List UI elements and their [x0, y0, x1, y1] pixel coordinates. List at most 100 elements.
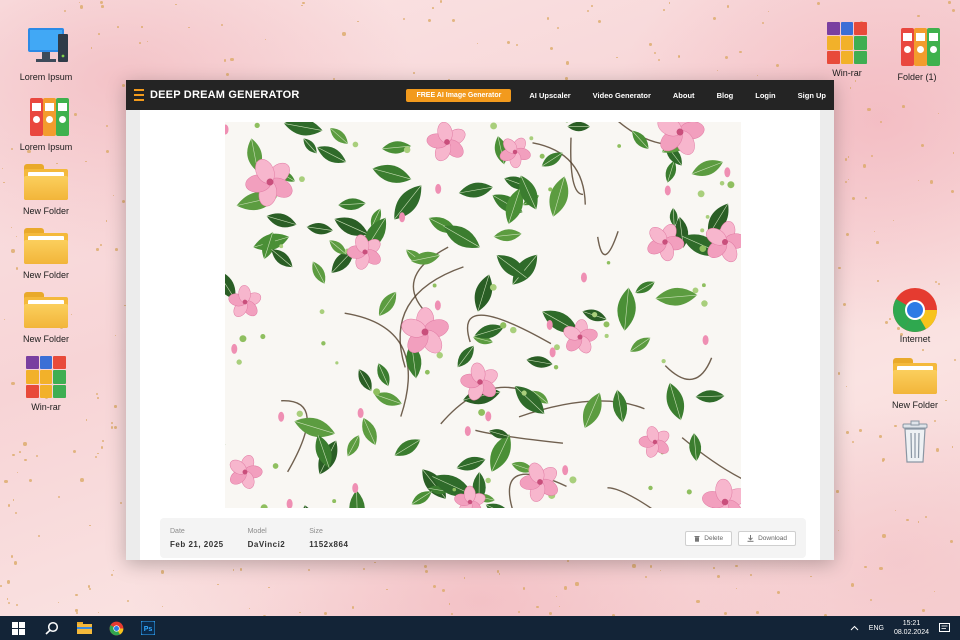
- wallpaper-speckle: [498, 573, 501, 575]
- wallpaper-speckle: [724, 55, 728, 59]
- wallpaper-speckle: [842, 303, 846, 307]
- wallpaper-speckle: [412, 72, 415, 74]
- wallpaper-speckle: [402, 17, 405, 21]
- language-indicator[interactable]: ENG: [869, 625, 884, 632]
- taskbar-photoshop[interactable]: Ps: [132, 616, 164, 640]
- site-brand[interactable]: DEEP DREAM GENERATOR: [134, 89, 299, 101]
- wallpaper-speckle: [7, 504, 11, 507]
- nav-ai-upscaler[interactable]: AI Upscaler: [529, 91, 570, 100]
- wallpaper-speckle: [586, 9, 590, 12]
- nav-login[interactable]: Login: [755, 91, 775, 100]
- wallpaper-speckle: [893, 220, 895, 222]
- wallpaper-speckle: [121, 83, 126, 88]
- wallpaper-speckle: [100, 1, 104, 5]
- wallpaper-speckle: [851, 440, 855, 444]
- desktop-icon-new-folder-2[interactable]: New Folder: [11, 222, 81, 280]
- wallpaper-speckle: [424, 569, 428, 574]
- wallpaper-speckle: [922, 348, 925, 351]
- notifications-icon[interactable]: [939, 623, 950, 633]
- wallpaper-speckle: [879, 566, 883, 571]
- wallpaper-speckle: [175, 4, 177, 6]
- wallpaper-speckle: [441, 588, 445, 593]
- desktop-icon-label: Folder (1): [897, 72, 937, 82]
- nav-about[interactable]: About: [673, 91, 695, 100]
- wallpaper-speckle: [342, 32, 346, 36]
- desktop-icon-winrar[interactable]: Win-rar: [11, 354, 81, 412]
- wallpaper-speckle: [363, 568, 366, 571]
- wallpaper-speckle: [852, 196, 855, 200]
- wallpaper-speckle: [937, 282, 940, 285]
- wallpaper-speckle: [726, 5, 729, 8]
- desktop-icon-winrar-right[interactable]: Win-rar: [812, 20, 882, 78]
- wallpaper-speckle: [357, 20, 359, 23]
- winrar-icon: [22, 354, 70, 400]
- wallpaper-speckle: [559, 605, 561, 607]
- windows-icon: [11, 621, 25, 635]
- wallpaper-speckle: [13, 561, 18, 565]
- wallpaper-speckle: [644, 575, 648, 579]
- desktop-icon-internet[interactable]: Internet: [880, 286, 950, 344]
- desktop-icon-new-folder-3[interactable]: New Folder: [11, 286, 81, 344]
- computer-icon: [22, 24, 70, 70]
- wallpaper-speckle: [876, 241, 879, 244]
- wallpaper-speckle: [549, 47, 554, 51]
- wallpaper-speckle: [3, 182, 5, 184]
- desktop-icon-new-folder-1[interactable]: New Folder: [11, 158, 81, 216]
- wallpaper-speckle: [902, 105, 905, 108]
- desktop-icon-label: Win-rar: [31, 402, 61, 412]
- wallpaper-speckle: [8, 602, 11, 605]
- wallpaper-speckle: [299, 611, 301, 614]
- chrome-icon: [891, 286, 939, 332]
- search-button[interactable]: [36, 616, 68, 640]
- desktop-icon-label: New Folder: [891, 400, 938, 410]
- wallpaper-speckle: [79, 5, 83, 9]
- wallpaper-speckle: [15, 511, 18, 514]
- generated-image[interactable]: [225, 122, 741, 508]
- desktop-icon-lorem-ipsum-binders[interactable]: Lorem Ipsum: [11, 94, 81, 152]
- wallpaper-speckle: [268, 587, 270, 589]
- desktop-icon-new-folder-right[interactable]: New Folder: [880, 352, 950, 410]
- wallpaper-speckle: [188, 26, 191, 29]
- delete-button[interactable]: Delete: [685, 530, 733, 546]
- nav-video-generator[interactable]: Video Generator: [593, 91, 651, 100]
- wallpaper-speckle: [777, 591, 781, 595]
- wallpaper-speckle: [951, 446, 954, 448]
- wallpaper-speckle: [100, 446, 104, 449]
- desktop-icon-folder-1[interactable]: Folder (1): [882, 24, 952, 82]
- free-ai-image-generator-button[interactable]: FREE AI Image Generator: [406, 88, 512, 102]
- wallpaper-speckle: [0, 585, 2, 587]
- desktop-icon-lorem-ipsum-computer[interactable]: Lorem Ipsum: [11, 24, 81, 82]
- nav-sign-up[interactable]: Sign Up: [798, 91, 826, 100]
- wallpaper-speckle: [846, 431, 850, 434]
- meta-date-value: Feb 21, 2025: [170, 539, 224, 549]
- desktop-icon-recycle-bin[interactable]: [880, 418, 950, 464]
- wallpaper-speckle: [949, 539, 953, 543]
- folder-icon: [891, 352, 939, 398]
- wallpaper-speckle: [264, 39, 266, 41]
- wallpaper-speckle: [546, 17, 549, 20]
- wallpaper-speckle: [76, 611, 79, 614]
- file-explorer-icon: [76, 622, 92, 634]
- search-icon: [45, 621, 59, 635]
- taskbar-chrome[interactable]: [100, 616, 132, 640]
- wallpaper-speckle: [854, 80, 857, 82]
- wallpaper-speckle: [110, 573, 114, 577]
- wallpaper-speckle: [111, 426, 114, 429]
- wallpaper-speckle: [73, 450, 77, 454]
- nav-blog[interactable]: Blog: [717, 91, 734, 100]
- start-button[interactable]: [0, 616, 36, 640]
- wallpaper-speckle: [6, 598, 9, 600]
- chevron-up-icon[interactable]: [850, 625, 859, 631]
- meta-model-label: Model: [247, 527, 267, 535]
- download-button[interactable]: Download: [738, 530, 796, 546]
- wallpaper-speckle: [112, 194, 114, 196]
- wallpaper-speckle: [120, 501, 123, 505]
- wallpaper-speckle: [117, 26, 119, 28]
- wallpaper-speckle: [677, 55, 681, 58]
- clock[interactable]: 15:21 08.02.2024: [894, 619, 929, 637]
- wallpaper-speckle: [867, 107, 871, 112]
- folder-icon: [22, 222, 70, 268]
- taskbar-file-explorer[interactable]: [68, 616, 100, 640]
- wallpaper-speckle: [302, 1, 305, 5]
- wallpaper-speckle: [4, 479, 8, 484]
